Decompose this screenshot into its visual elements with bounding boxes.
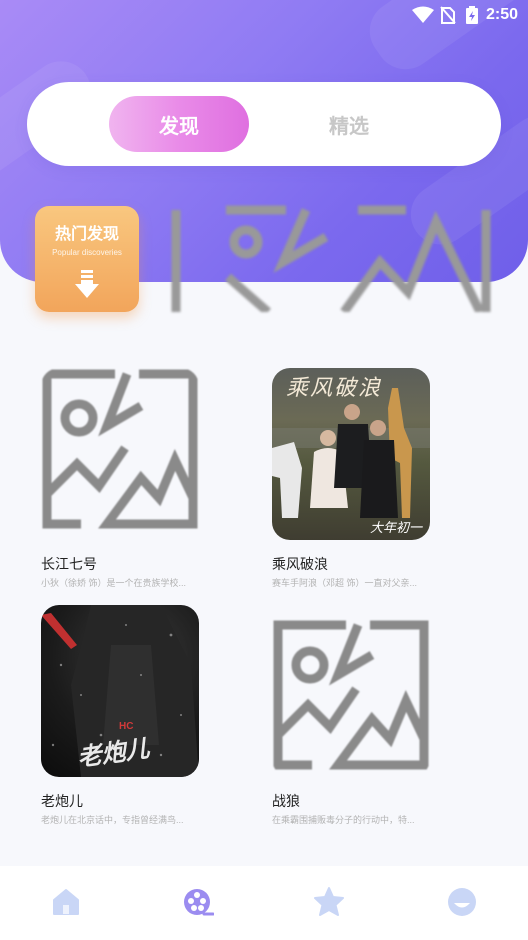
- tab-featured[interactable]: 精选: [279, 96, 419, 152]
- movie-title: 老炮儿: [41, 793, 83, 809]
- battery-icon: [466, 6, 478, 24]
- wifi-icon: [412, 6, 434, 23]
- image-placeholder-icon: [273, 620, 429, 770]
- movie-description: 赛车手阿浪（邓超 饰）一直对父亲...: [272, 578, 418, 588]
- tab-discover[interactable]: 发现: [109, 96, 249, 152]
- tab-switcher: 发现 精选: [27, 82, 501, 166]
- home-icon[interactable]: [50, 886, 82, 918]
- poster-tagline: 大年初一: [369, 521, 422, 536]
- movie-poster: 乘风破浪 大年初一: [272, 368, 430, 540]
- status-bar: 2:50: [0, 0, 528, 30]
- movie-title: 战狼: [272, 793, 300, 809]
- status-time: 2:50: [485, 6, 518, 23]
- image-placeholder-icon: [171, 205, 491, 312]
- no-sim-icon: [440, 6, 456, 24]
- image-placeholder-icon: [42, 369, 198, 529]
- popular-discoveries-card[interactable]: 热门发现 Popular discoveries: [35, 206, 139, 312]
- movie-description: 老炮儿在北京话中，专指曾经满鸟...: [41, 815, 184, 825]
- movie-description: 在乘霸围捕贩毒分子的行动中，特...: [272, 815, 415, 825]
- poster-tagline: HC: [119, 721, 134, 732]
- download-arrow-icon: [75, 270, 99, 298]
- movie-title: 乘风破浪: [272, 556, 328, 572]
- bottom-nav: [0, 866, 528, 940]
- film-reel-icon[interactable]: [182, 886, 214, 918]
- movie-poster: 老炮儿 HC: [41, 605, 199, 777]
- movie-description: 小狄（徐娇 饰）是一个在贵族学校...: [41, 578, 187, 588]
- movie-title: 长江七号: [41, 556, 97, 572]
- smiley-icon[interactable]: [446, 886, 478, 918]
- star-icon[interactable]: [313, 886, 345, 918]
- popular-discoveries-title: 热门发现: [54, 226, 119, 243]
- popular-discoveries-subtitle: Popular discoveries: [52, 248, 122, 257]
- poster-figures: [272, 388, 430, 518]
